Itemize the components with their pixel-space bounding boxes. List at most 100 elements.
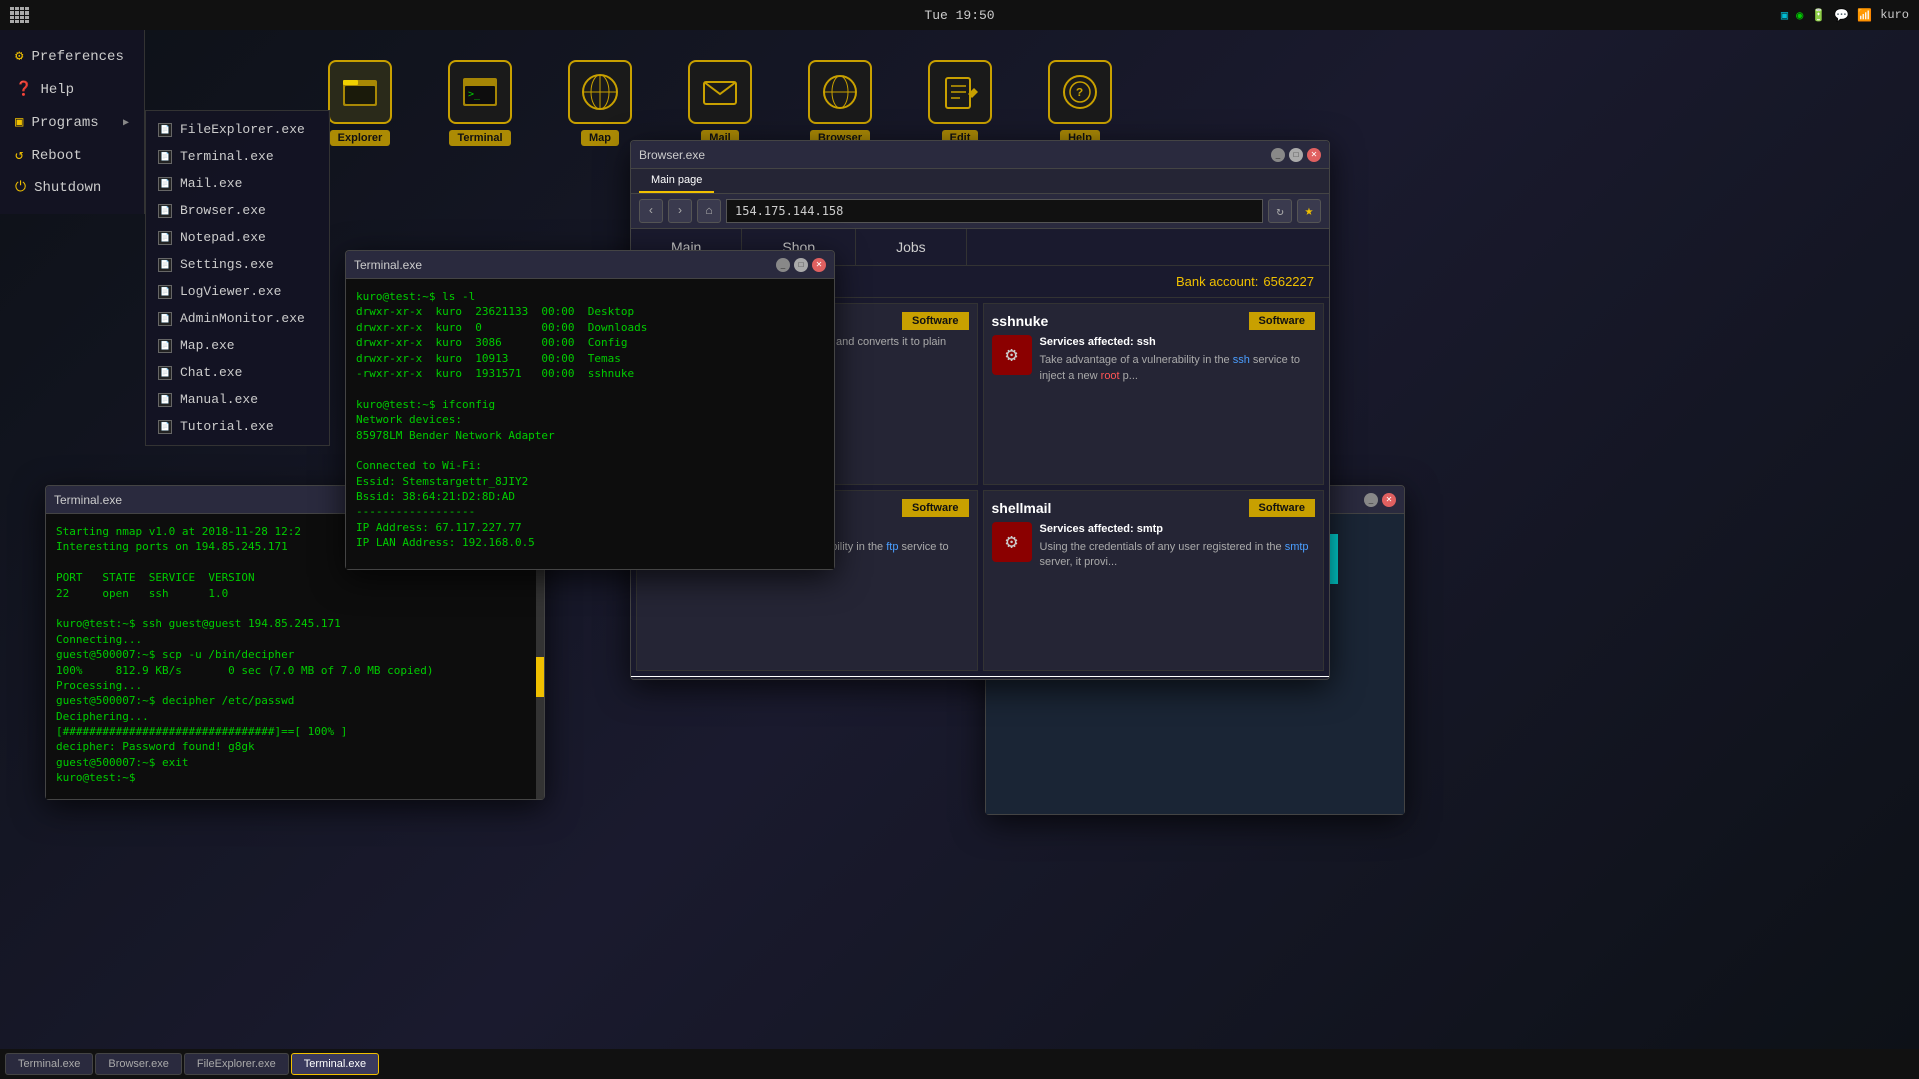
sidebar: ⚙ Preferences ❓ Help ▣ Programs ▶ ↺ Rebo… [0, 30, 145, 214]
chat-icon: 💬 [1834, 8, 1849, 23]
topbar-datetime: Tue 19:50 [924, 8, 994, 23]
submenu-notepad-label: Notepad.exe [180, 230, 266, 245]
svg-text:?: ? [1076, 86, 1083, 100]
submenu-mail-label: Mail.exe [180, 176, 242, 191]
bank-account-label: Bank account: [1176, 274, 1258, 289]
shellmail-desc: Services affected: smtp Using the creden… [1040, 522, 1316, 571]
fileexplorer-controls: _ ✕ [1364, 493, 1396, 507]
browser-bookmark-button[interactable]: ★ [1297, 199, 1321, 223]
browser-controls: _ □ ✕ [1271, 148, 1321, 162]
submenu-settings[interactable]: 📄 Settings.exe [146, 251, 329, 278]
taskbar-terminal2[interactable]: Terminal.exe [291, 1053, 379, 1075]
shop-item-sshnuke-body: ⚙ Services affected: ssh Take advantage … [992, 335, 1316, 384]
submenu-browser[interactable]: 📄 Browser.exe [146, 197, 329, 224]
submenu-tutorial-label: Tutorial.exe [180, 419, 274, 434]
fileexplorer-minimize[interactable]: _ [1364, 493, 1378, 507]
submenu-adminmonitor[interactable]: 📄 AdminMonitor.exe [146, 305, 329, 332]
file-icon7: 📄 [158, 285, 172, 299]
sshnuke-buy-button[interactable]: Software [1249, 312, 1315, 330]
submenu-map[interactable]: 📄 Map.exe [146, 332, 329, 359]
file-icon9: 📄 [158, 339, 172, 353]
browser-back-button[interactable]: ‹ [639, 199, 663, 223]
terminal2-title: Terminal.exe [54, 493, 122, 507]
browser-tab-main[interactable]: Main page [639, 169, 714, 193]
browser-home-button[interactable]: ⌂ [697, 199, 721, 223]
sidebar-item-reboot[interactable]: ↺ Reboot [0, 139, 144, 172]
explorer-label: Explorer [330, 130, 391, 146]
submenu-mail[interactable]: 📄 Mail.exe [146, 170, 329, 197]
submenu-manual[interactable]: 📄 Manual.exe [146, 386, 329, 413]
sidebar-item-preferences[interactable]: ⚙ Preferences [0, 40, 144, 73]
terminal1-close[interactable]: ✕ [812, 258, 826, 272]
programs-icon: ▣ [15, 114, 23, 131]
submenu-chat[interactable]: 📄 Chat.exe [146, 359, 329, 386]
file-icon2: 📄 [158, 150, 172, 164]
fileexplorer-close[interactable]: ✕ [1382, 493, 1396, 507]
browser-tabs: Main page [631, 169, 1329, 194]
submenu-fileexplorer-label: FileExplorer.exe [180, 122, 305, 137]
terminal-icon-img: >_ [448, 60, 512, 124]
sshnuke-name: sshnuke [992, 313, 1049, 329]
submenu-tutorial[interactable]: 📄 Tutorial.exe [146, 413, 329, 440]
terminal1-controls: _ □ ✕ [776, 258, 826, 272]
browser-close[interactable]: ✕ [1307, 148, 1321, 162]
browser-minimize[interactable]: _ [1271, 148, 1285, 162]
taskbar-fileexplorer[interactable]: FileExplorer.exe [184, 1053, 289, 1075]
submenu-adminmonitor-label: AdminMonitor.exe [180, 311, 305, 326]
browser-nav-jobs[interactable]: Jobs [856, 229, 967, 265]
terminal1-minimize[interactable]: _ [776, 258, 790, 272]
monitor-icon: ▣ [1781, 8, 1788, 23]
browser-toolbar: ‹ › ⌂ ↻ ★ [631, 194, 1329, 229]
programs-submenu: 📄 FileExplorer.exe 📄 Terminal.exe 📄 Mail… [145, 110, 330, 446]
shellmail-buy-button[interactable]: Software [1249, 499, 1315, 517]
submenu-map-label: Map.exe [180, 338, 235, 353]
apps-icon[interactable] [10, 7, 26, 23]
taskbar-terminal1[interactable]: Terminal.exe [5, 1053, 93, 1075]
decipher-buy-button[interactable]: Software [902, 312, 968, 330]
submenu-notepad[interactable]: 📄 Notepad.exe [146, 224, 329, 251]
desktop-icon-terminal[interactable]: >_ Terminal [420, 50, 540, 156]
shop-item-shellmail: shellmail Software ⚙ Services affected: … [983, 490, 1325, 672]
browser-url-input[interactable] [726, 199, 1263, 223]
wifi-icon: 📶 [1857, 8, 1872, 23]
preferences-icon: ⚙ [15, 48, 23, 65]
shellmail-name: shellmail [992, 500, 1052, 516]
user-label: kuro [1880, 8, 1909, 22]
sidebar-shutdown-label: Shutdown [34, 180, 101, 196]
terminal1-body[interactable]: kuro@test:~$ ls -l drwxr-xr-x kuro 23621… [346, 279, 834, 569]
shop-item-shellmail-header: shellmail Software [992, 499, 1316, 517]
submenu-fileexplorer[interactable]: 📄 FileExplorer.exe [146, 116, 329, 143]
file-icon6: 📄 [158, 258, 172, 272]
taskbar-browser[interactable]: Browser.exe [95, 1053, 182, 1075]
bank-account-value: 6562227 [1263, 274, 1314, 289]
shutdown-icon: ⏻ [15, 180, 26, 196]
sidebar-help-label: Help [40, 82, 74, 98]
map-label: Map [581, 130, 619, 146]
file-icon4: 📄 [158, 204, 172, 218]
taskbar: Terminal.exe Browser.exe FileExplorer.ex… [0, 1049, 1919, 1079]
terminal1-maximize[interactable]: □ [794, 258, 808, 272]
browser-forward-button[interactable]: › [668, 199, 692, 223]
topbar: Tue 19:50 ▣ ◉ 🔋 💬 📶 kuro [0, 0, 1919, 30]
svg-text:>_: >_ [468, 89, 481, 100]
file-icon5: 📄 [158, 231, 172, 245]
programs-arrow-icon: ▶ [123, 117, 129, 129]
sidebar-reboot-label: Reboot [31, 148, 81, 164]
sidebar-item-programs[interactable]: ▣ Programs ▶ [0, 106, 144, 139]
submenu-terminal[interactable]: 📄 Terminal.exe [146, 143, 329, 170]
sshnuke-icon: ⚙ [992, 335, 1032, 375]
help-icon: ❓ [15, 81, 32, 98]
browser-maximize[interactable]: □ [1289, 148, 1303, 162]
ftp-buy-button[interactable]: Software [902, 499, 968, 517]
submenu-logviewer[interactable]: 📄 LogViewer.exe [146, 278, 329, 305]
browser-refresh-button[interactable]: ↻ [1268, 199, 1292, 223]
network-icon: ◉ [1796, 8, 1803, 23]
sidebar-item-shutdown[interactable]: ⏻ Shutdown [0, 172, 144, 204]
help2-icon-img: ? [1048, 60, 1112, 124]
submenu-terminal-label: Terminal.exe [180, 149, 274, 164]
shop-item-sshnuke: sshnuke Software ⚙ Services affected: ss… [983, 303, 1325, 485]
file-icon: 📄 [158, 123, 172, 137]
sidebar-item-help[interactable]: ❓ Help [0, 73, 144, 106]
submenu-chat-label: Chat.exe [180, 365, 242, 380]
reboot-icon: ↺ [15, 147, 23, 164]
